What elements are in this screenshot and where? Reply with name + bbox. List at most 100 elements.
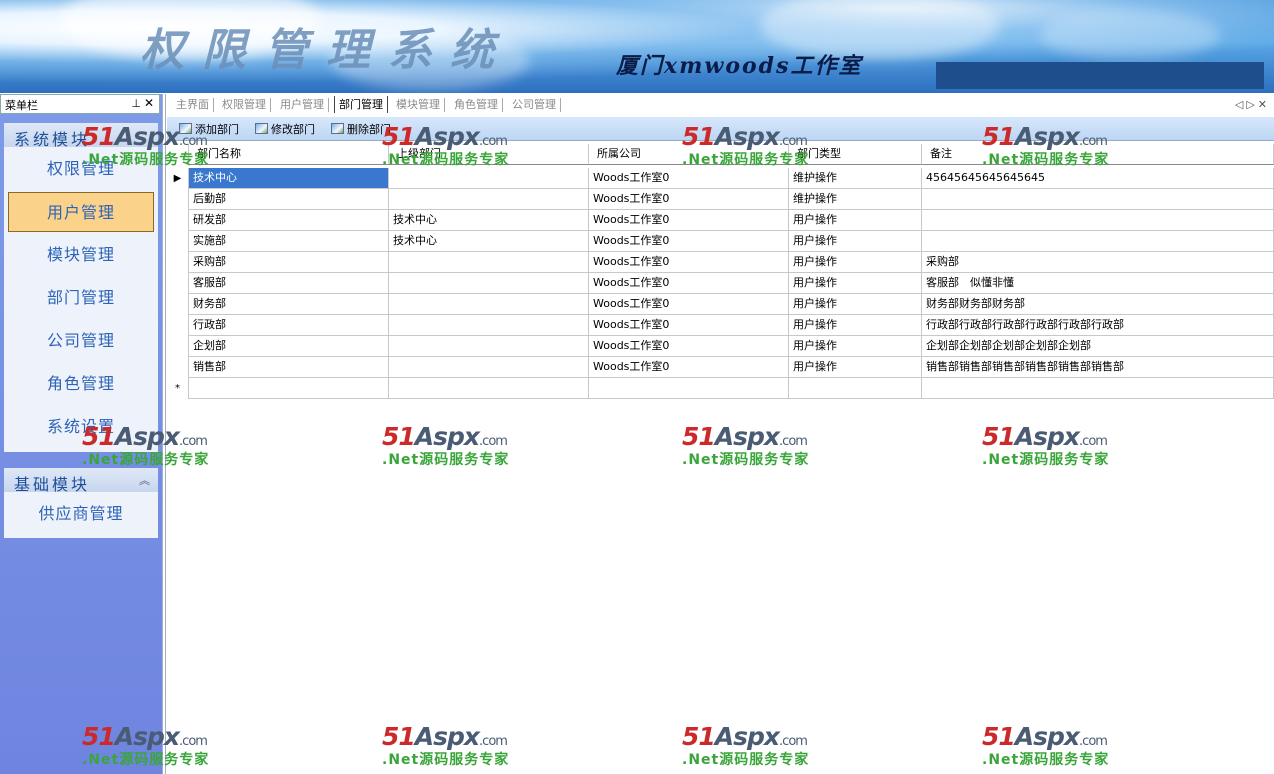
col-company-cell[interactable]: Woods工作室0 (589, 231, 789, 252)
col-remarks-cell[interactable]: 45645645645645645 (922, 168, 1274, 189)
table-row[interactable]: 实施部 技术中心 Woods工作室0 用户操作 (167, 231, 1274, 252)
table-row[interactable]: 财务部 Woods工作室0 用户操作 财务部财务部财务部 (167, 294, 1274, 315)
col-company-cell[interactable]: Woods工作室0 (589, 294, 789, 315)
col-remarks-cell[interactable] (922, 231, 1274, 252)
new-row-cell[interactable] (389, 378, 589, 399)
col-company-cell[interactable]: Woods工作室0 (589, 315, 789, 336)
col-remarks-cell[interactable]: 财务部财务部财务部 (922, 294, 1274, 315)
tab-permissions[interactable]: 权限管理 (218, 98, 271, 112)
col-parent-department-cell[interactable] (389, 252, 589, 273)
col-department-type-cell[interactable]: 用户操作 (789, 315, 922, 336)
row-header[interactable] (167, 357, 189, 378)
splitter[interactable] (162, 94, 166, 774)
col-department-name-cell[interactable]: 技术中心 (189, 168, 389, 189)
tab-roles[interactable]: 角色管理 (450, 98, 503, 112)
col-company-cell[interactable]: Woods工作室0 (589, 168, 789, 189)
table-row[interactable]: ▶ 技术中心 Woods工作室0 维护操作 45645645645645645 (167, 168, 1274, 189)
col-department-type-cell[interactable]: 用户操作 (789, 357, 922, 378)
col-department-name-cell[interactable]: 销售部 (189, 357, 389, 378)
table-row[interactable]: 行政部 Woods工作室0 用户操作 行政部行政部行政部行政部行政部行政部 (167, 315, 1274, 336)
delete-department-button[interactable]: 删除部门 (331, 121, 391, 137)
table-row[interactable]: 采购部 Woods工作室0 用户操作 采购部 (167, 252, 1274, 273)
col-department-type-cell[interactable]: 维护操作 (789, 189, 922, 210)
col-parent-department-cell[interactable]: 技术中心 (389, 231, 589, 252)
column-header[interactable]: 上级部门 (389, 144, 589, 165)
current-row-indicator-icon[interactable]: ▶ (167, 168, 189, 189)
row-header[interactable] (167, 210, 189, 231)
new-row[interactable]: * (167, 378, 1274, 399)
tab-users[interactable]: 用户管理 (276, 98, 329, 112)
table-row[interactable]: 客服部 Woods工作室0 用户操作 客服部 似懂非懂 (167, 273, 1274, 294)
new-row-cell[interactable] (789, 378, 922, 399)
table-row[interactable]: 后勤部 Woods工作室0 维护操作 (167, 189, 1274, 210)
col-remarks-cell[interactable]: 企划部企划部企划部企划部企划部 (922, 336, 1274, 357)
col-parent-department-cell[interactable] (389, 273, 589, 294)
group-header[interactable]: 基础模块 ︽ (4, 468, 158, 494)
new-row-cell[interactable] (589, 378, 789, 399)
row-header[interactable] (167, 273, 189, 294)
tab-left-arrow-icon[interactable]: ◁ (1235, 98, 1246, 111)
tab-right-arrow-icon[interactable]: ▷ (1246, 98, 1257, 111)
table-row[interactable]: 销售部 Woods工作室0 用户操作 销售部销售部销售部销售部销售部销售部 (167, 357, 1274, 378)
tab-close-icon[interactable]: ✕ (1258, 98, 1270, 111)
col-department-type-cell[interactable]: 维护操作 (789, 168, 922, 189)
col-company-cell[interactable]: Woods工作室0 (589, 252, 789, 273)
row-header[interactable] (167, 336, 189, 357)
table-row[interactable]: 研发部 技术中心 Woods工作室0 用户操作 (167, 210, 1274, 231)
tab-departments[interactable]: 部门管理 (334, 96, 388, 113)
col-remarks-cell[interactable]: 销售部销售部销售部销售部销售部销售部 (922, 357, 1274, 378)
sidebar-item-modules[interactable]: 模块管理 (8, 235, 154, 275)
col-department-name-cell[interactable]: 财务部 (189, 294, 389, 315)
col-company-cell[interactable]: Woods工作室0 (589, 357, 789, 378)
col-department-name-cell[interactable]: 采购部 (189, 252, 389, 273)
col-remarks-cell[interactable] (922, 189, 1274, 210)
col-company-cell[interactable]: Woods工作室0 (589, 273, 789, 294)
sidebar-item-companies[interactable]: 公司管理 (8, 321, 154, 361)
row-header[interactable] (167, 294, 189, 315)
col-department-name-cell[interactable]: 行政部 (189, 315, 389, 336)
col-company-cell[interactable]: Woods工作室0 (589, 336, 789, 357)
col-department-name-cell[interactable]: 客服部 (189, 273, 389, 294)
pin-icon[interactable]: ⊥ (131, 97, 141, 110)
column-header[interactable]: 部门名称 (189, 144, 389, 165)
col-department-type-cell[interactable]: 用户操作 (789, 336, 922, 357)
tab-home[interactable]: 主界面 (172, 98, 214, 112)
sidebar-item-roles[interactable]: 角色管理 (8, 364, 154, 404)
sidebar-item-permissions[interactable]: 权限管理 (8, 149, 154, 189)
add-department-button[interactable]: 添加部门 (179, 121, 239, 137)
group-header[interactable]: 系统模块 (4, 123, 158, 149)
col-department-type-cell[interactable]: 用户操作 (789, 273, 922, 294)
col-department-type-cell[interactable]: 用户操作 (789, 294, 922, 315)
sidebar-item-departments[interactable]: 部门管理 (8, 278, 154, 318)
col-remarks-cell[interactable] (922, 210, 1274, 231)
table-row[interactable]: 企划部 Woods工作室0 用户操作 企划部企划部企划部企划部企划部 (167, 336, 1274, 357)
col-parent-department-cell[interactable]: 技术中心 (389, 210, 589, 231)
row-header[interactable] (167, 315, 189, 336)
col-parent-department-cell[interactable] (389, 336, 589, 357)
col-parent-department-cell[interactable] (389, 168, 589, 189)
tab-modules[interactable]: 模块管理 (392, 98, 445, 112)
col-department-name-cell[interactable]: 企划部 (189, 336, 389, 357)
col-department-name-cell[interactable]: 实施部 (189, 231, 389, 252)
col-parent-department-cell[interactable] (389, 357, 589, 378)
row-header[interactable] (167, 189, 189, 210)
column-header[interactable]: 备注 (922, 144, 1274, 165)
row-header[interactable] (167, 231, 189, 252)
col-company-cell[interactable]: Woods工作室0 (589, 189, 789, 210)
tab-companies[interactable]: 公司管理 (508, 98, 561, 112)
collapse-chevron-icon[interactable]: ︽ (139, 472, 150, 488)
col-parent-department-cell[interactable] (389, 294, 589, 315)
col-department-type-cell[interactable]: 用户操作 (789, 210, 922, 231)
col-parent-department-cell[interactable] (389, 315, 589, 336)
sidebar-item-users[interactable]: 用户管理 (8, 192, 154, 232)
new-row-cell[interactable] (922, 378, 1274, 399)
col-parent-department-cell[interactable] (389, 189, 589, 210)
col-department-name-cell[interactable]: 后勤部 (189, 189, 389, 210)
sidebar-item-settings[interactable]: 系统设置 (8, 407, 154, 447)
row-header[interactable] (167, 252, 189, 273)
col-department-type-cell[interactable]: 用户操作 (789, 252, 922, 273)
new-row-cell[interactable] (189, 378, 389, 399)
close-icon[interactable]: ✕ (144, 96, 154, 110)
sidebar-item-suppliers[interactable]: 供应商管理 (8, 494, 154, 534)
col-department-type-cell[interactable]: 用户操作 (789, 231, 922, 252)
